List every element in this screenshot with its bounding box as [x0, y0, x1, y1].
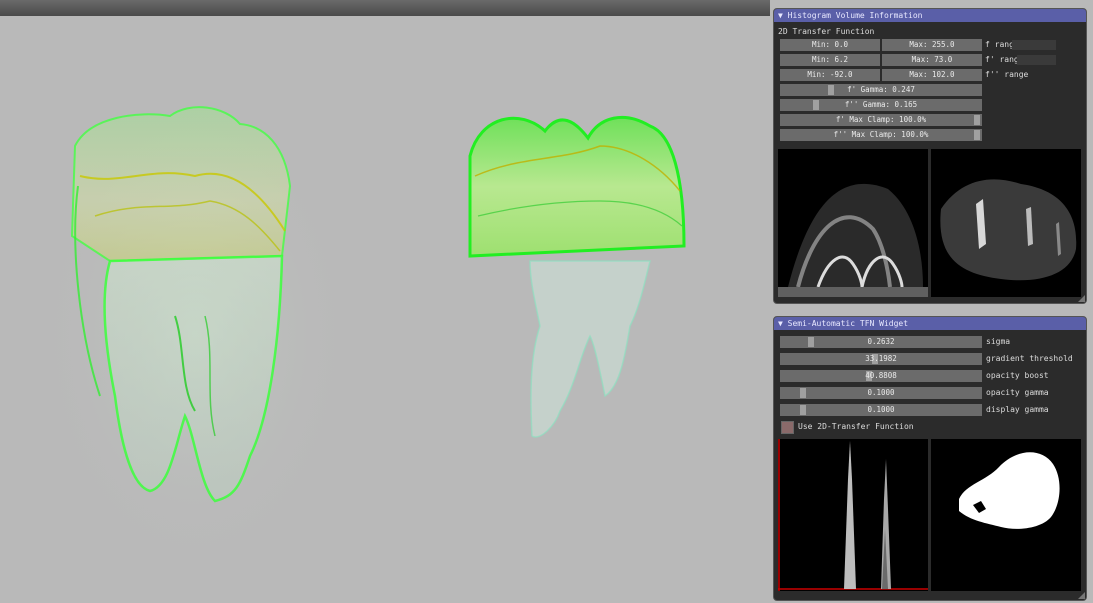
f-min-field[interactable]: Min: 0.0 — [780, 39, 880, 51]
opacity-gamma-slider[interactable]: 0.1000 — [780, 387, 982, 399]
sigma-label: sigma — [986, 337, 1011, 346]
tfn-panel-resize-grip[interactable] — [1078, 592, 1085, 599]
f1-gamma-grab[interactable] — [828, 85, 834, 95]
use-2d-tfn-checkbox[interactable] — [781, 421, 794, 434]
f2-range-label: f'' range — [985, 70, 1029, 79]
transfer-function-subtitle: 2D Transfer Function — [778, 27, 875, 36]
gradient-threshold-slider[interactable]: 33.1982 — [780, 353, 982, 365]
histogram-panel-title[interactable]: ▼ Histogram Volume Information — [774, 9, 1086, 22]
f2-max-clamp-slider[interactable]: f'' Max Clamp: 100.0% — [780, 129, 982, 141]
tfn-panel-title[interactable]: ▼ Semi-Automatic TFN Widget — [774, 317, 1086, 330]
f2-max-clamp-grab[interactable] — [974, 130, 980, 140]
histogram-volume-panel: ▼ Histogram Volume Information 2D Transf… — [773, 8, 1087, 304]
f1-gamma-slider[interactable]: f' Gamma: 0.247 — [780, 84, 982, 96]
f2-min-field[interactable]: Min: -92.0 — [780, 69, 880, 81]
opacity-gamma-label: opacity gamma — [986, 388, 1049, 397]
f2-gamma-grab[interactable] — [813, 100, 819, 110]
sigma-slider[interactable]: 0.2632 — [780, 336, 982, 348]
f-max-field[interactable]: Max: 255.0 — [882, 39, 982, 51]
histogram-panel-resize-grip[interactable] — [1078, 295, 1085, 302]
display-gamma-slider[interactable]: 0.1000 — [780, 404, 982, 416]
tfn-widget-panel: ▼ Semi-Automatic TFN Widget 0.2632 sigma… — [773, 316, 1087, 601]
display-gamma-grab[interactable] — [800, 405, 806, 415]
opacity-transfer-plot — [778, 439, 928, 591]
f-range-color — [1012, 40, 1056, 50]
segmentation-mask-preview — [931, 439, 1081, 591]
opacity-boost-label: opacity boost — [986, 371, 1049, 380]
volume-render-viewport[interactable] — [0, 16, 770, 603]
f2-max-field[interactable]: Max: 102.0 — [882, 69, 982, 81]
opacity-gamma-grab[interactable] — [800, 388, 806, 398]
window-top-bar — [0, 0, 770, 16]
sigma-grab[interactable] — [808, 337, 814, 347]
tooth-render-left — [35, 96, 355, 576]
opacity-boost-slider[interactable]: 40.8808 — [780, 370, 982, 382]
f1-max-clamp-grab[interactable] — [974, 115, 980, 125]
f1-range-color — [1017, 55, 1056, 65]
display-gamma-label: display gamma — [986, 405, 1049, 414]
use-2d-tfn-label[interactable]: Use 2D-Transfer Function — [798, 421, 914, 433]
f2-gamma-slider[interactable]: f'' Gamma: 0.165 — [780, 99, 982, 111]
f1-min-field[interactable]: Min: 6.2 — [780, 54, 880, 66]
gradient-threshold-label: gradient threshold — [986, 354, 1073, 363]
f1-max-clamp-slider[interactable]: f' Max Clamp: 100.0% — [780, 114, 982, 126]
f-vs-f1-histogram — [778, 149, 928, 297]
tooth-render-right — [468, 116, 686, 438]
f1-max-field[interactable]: Max: 73.0 — [882, 54, 982, 66]
f1-vs-f2-histogram — [931, 149, 1081, 297]
